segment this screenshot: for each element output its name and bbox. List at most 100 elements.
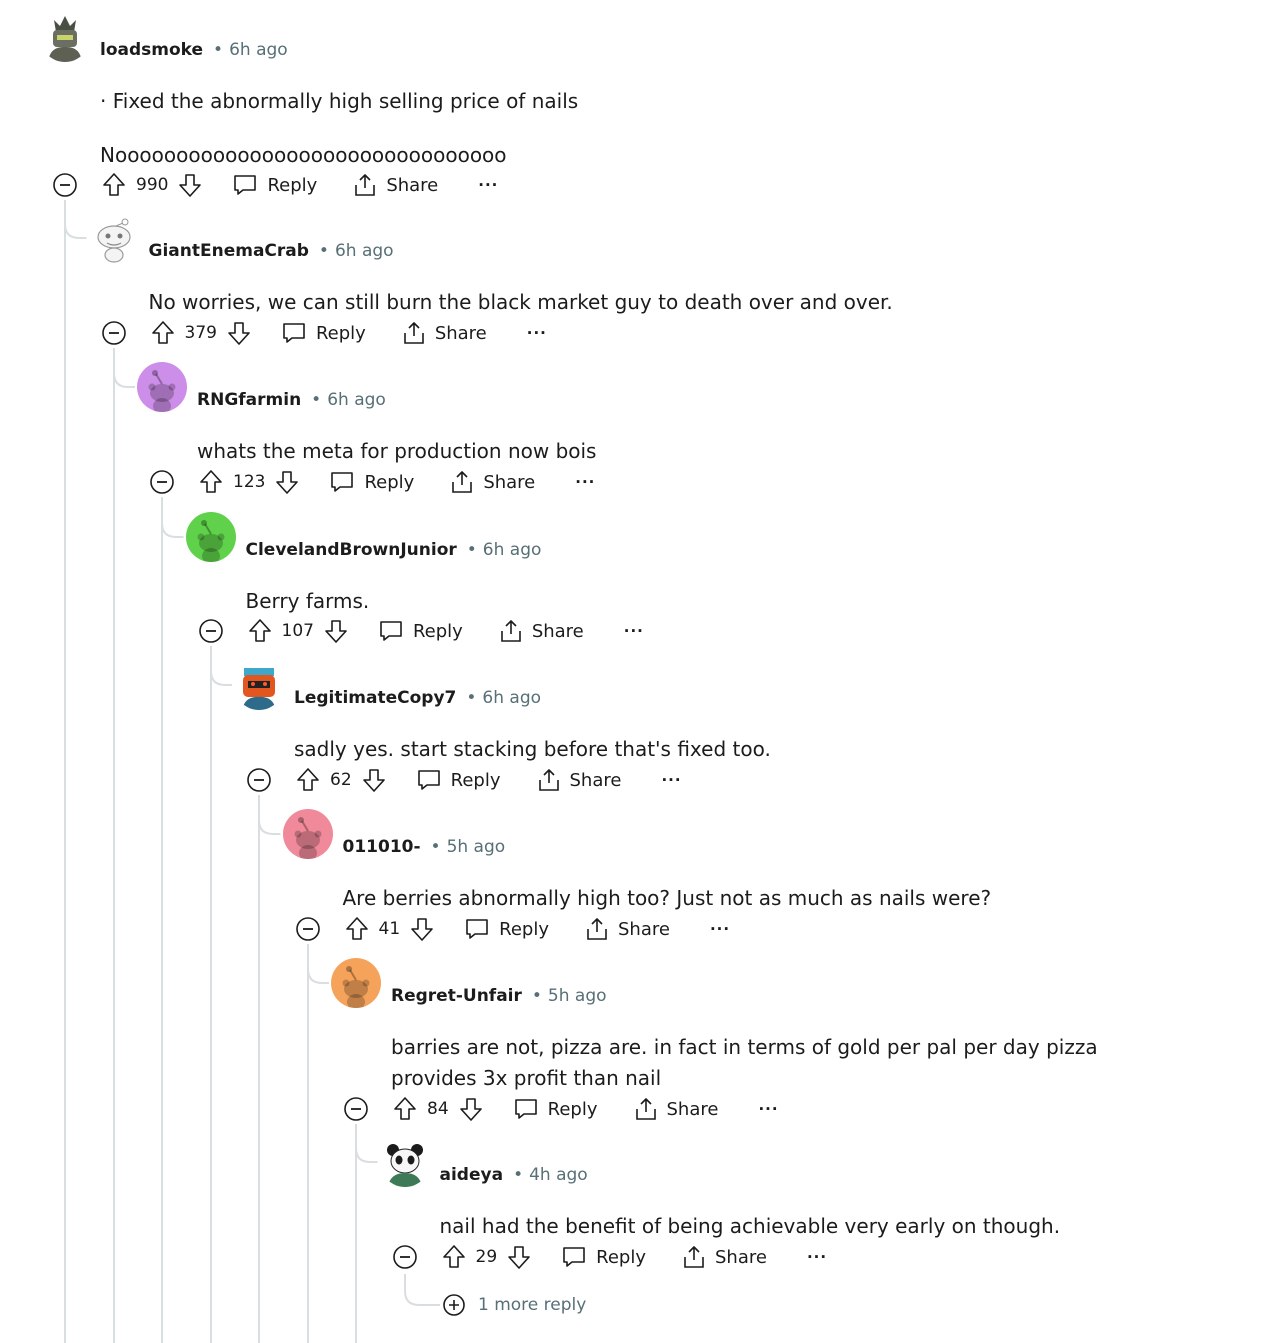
author-link[interactable]: Regret-Unfair bbox=[391, 986, 522, 1006]
minus-circle-icon[interactable] bbox=[52, 172, 78, 198]
author-link[interactable]: GiantEnemaCrab bbox=[149, 241, 309, 261]
author-link[interactable]: ClevelandBrownJunior bbox=[246, 540, 457, 560]
arrow-down-icon[interactable] bbox=[275, 469, 299, 495]
arrow-up-icon[interactable] bbox=[345, 916, 369, 942]
comment-header: RNGfarmin • 6h ago bbox=[197, 389, 386, 411]
minus-circle-icon[interactable] bbox=[149, 469, 175, 495]
speech-bubble-icon bbox=[513, 1097, 539, 1121]
share-button[interactable]: Share bbox=[450, 469, 535, 495]
reply-button[interactable]: Reply bbox=[416, 768, 501, 792]
reply-label: Reply bbox=[412, 620, 463, 642]
arrow-up-icon[interactable] bbox=[151, 320, 175, 346]
arrow-down-icon[interactable] bbox=[324, 618, 348, 644]
vote-score: 990 bbox=[136, 175, 169, 195]
author-link[interactable]: RNGfarmin bbox=[197, 390, 301, 410]
speech-bubble-icon bbox=[232, 173, 258, 197]
arrow-up-icon[interactable] bbox=[393, 1096, 417, 1122]
avatar[interactable] bbox=[185, 512, 236, 562]
share-label: Share bbox=[569, 769, 622, 791]
ellipsis-icon[interactable]: ··· bbox=[710, 920, 730, 938]
thread-connector bbox=[258, 795, 281, 835]
reply-button[interactable]: Reply bbox=[232, 173, 317, 197]
thread-lines bbox=[64, 200, 440, 1343]
arrow-up-icon[interactable] bbox=[248, 618, 272, 644]
minus-circle-icon[interactable] bbox=[343, 1096, 369, 1122]
reply-button[interactable]: Reply bbox=[464, 917, 549, 941]
minus-circle-icon[interactable] bbox=[101, 320, 127, 346]
ellipsis-icon[interactable]: ··· bbox=[661, 771, 681, 789]
comment-text: barries are not, pizza are. in fact in t… bbox=[391, 1035, 1098, 1090]
timestamp[interactable]: 6h ago bbox=[335, 241, 394, 261]
avatar[interactable] bbox=[234, 660, 284, 710]
arrow-down-icon[interactable] bbox=[410, 916, 434, 942]
more-replies-link[interactable]: 1 more reply bbox=[442, 1293, 586, 1317]
ellipsis-icon[interactable]: ··· bbox=[624, 622, 644, 640]
share-label: Share bbox=[531, 620, 584, 642]
minus-circle-icon[interactable] bbox=[246, 767, 272, 793]
share-icon bbox=[634, 1096, 658, 1122]
share-icon bbox=[402, 320, 426, 346]
avatar[interactable] bbox=[331, 958, 381, 1008]
arrow-down-icon[interactable] bbox=[459, 1096, 483, 1122]
thread-connector bbox=[161, 497, 184, 538]
separator-dot: • bbox=[531, 986, 542, 1006]
comment-text: No worries, we can still burn the black … bbox=[148, 290, 893, 314]
share-button[interactable]: Share bbox=[634, 1096, 718, 1122]
vote-score: 107 bbox=[281, 621, 314, 641]
comment-header: aideya • 4h ago bbox=[440, 1164, 588, 1186]
avatar[interactable] bbox=[40, 12, 90, 62]
comment-text: nail had the benefit of being achievable… bbox=[439, 1214, 1061, 1238]
avatar[interactable] bbox=[88, 213, 139, 263]
ellipsis-icon[interactable]: ··· bbox=[527, 324, 547, 342]
timestamp[interactable]: 4h ago bbox=[529, 1165, 588, 1185]
timestamp[interactable]: 6h ago bbox=[327, 390, 386, 410]
minus-circle-icon[interactable] bbox=[392, 1244, 418, 1270]
avatar[interactable] bbox=[137, 362, 187, 412]
share-button[interactable]: Share bbox=[499, 618, 584, 644]
ellipsis-icon[interactable]: ··· bbox=[478, 176, 498, 194]
reply-label: Reply bbox=[315, 322, 366, 344]
reply-label: Reply bbox=[364, 471, 415, 493]
author-link[interactable]: LegitimateCopy7 bbox=[294, 688, 456, 708]
avatar[interactable] bbox=[379, 1137, 430, 1187]
timestamp[interactable]: 5h ago bbox=[548, 986, 607, 1006]
minus-circle-icon[interactable] bbox=[295, 916, 321, 942]
comment-header: LegitimateCopy7 • 6h ago bbox=[294, 687, 541, 709]
ellipsis-icon[interactable]: ··· bbox=[807, 1248, 827, 1266]
ellipsis-icon[interactable]: ··· bbox=[575, 473, 595, 491]
reply-button[interactable]: Reply bbox=[561, 1245, 646, 1269]
timestamp[interactable]: 6h ago bbox=[482, 688, 541, 708]
author-link[interactable]: aideya bbox=[440, 1165, 504, 1185]
arrow-down-icon[interactable] bbox=[362, 767, 386, 793]
speech-bubble-icon bbox=[329, 470, 355, 494]
share-button[interactable]: Share bbox=[682, 1244, 767, 1270]
share-button[interactable]: Share bbox=[353, 172, 438, 198]
reply-button[interactable]: Reply bbox=[378, 619, 463, 643]
share-button[interactable]: Share bbox=[537, 767, 622, 793]
avatar[interactable] bbox=[282, 809, 333, 859]
arrow-up-icon[interactable] bbox=[199, 469, 223, 495]
timestamp[interactable]: 6h ago bbox=[483, 540, 542, 560]
arrow-up-icon[interactable] bbox=[442, 1244, 466, 1270]
minus-circle-icon[interactable] bbox=[198, 618, 224, 644]
ellipsis-icon[interactable]: ··· bbox=[758, 1100, 778, 1118]
reply-button[interactable]: Reply bbox=[281, 321, 366, 345]
arrow-down-icon[interactable] bbox=[507, 1244, 531, 1270]
share-label: Share bbox=[483, 471, 536, 493]
author-link[interactable]: 011010- bbox=[343, 837, 421, 857]
separator-dot: • bbox=[466, 540, 477, 560]
reply-label: Reply bbox=[267, 174, 318, 196]
author-link[interactable]: loadsmoke bbox=[100, 40, 203, 60]
reply-button[interactable]: Reply bbox=[513, 1097, 598, 1121]
arrow-up-icon[interactable] bbox=[296, 767, 320, 793]
arrow-up-icon[interactable] bbox=[102, 172, 126, 198]
timestamp[interactable]: 6h ago bbox=[229, 40, 288, 60]
thread-connector bbox=[355, 1124, 378, 1163]
timestamp[interactable]: 5h ago bbox=[447, 837, 506, 857]
share-button[interactable]: Share bbox=[402, 320, 487, 346]
arrow-down-icon[interactable] bbox=[178, 172, 202, 198]
share-icon bbox=[353, 172, 377, 198]
arrow-down-icon[interactable] bbox=[227, 320, 251, 346]
reply-button[interactable]: Reply bbox=[329, 470, 414, 494]
share-button[interactable]: Share bbox=[585, 916, 670, 942]
